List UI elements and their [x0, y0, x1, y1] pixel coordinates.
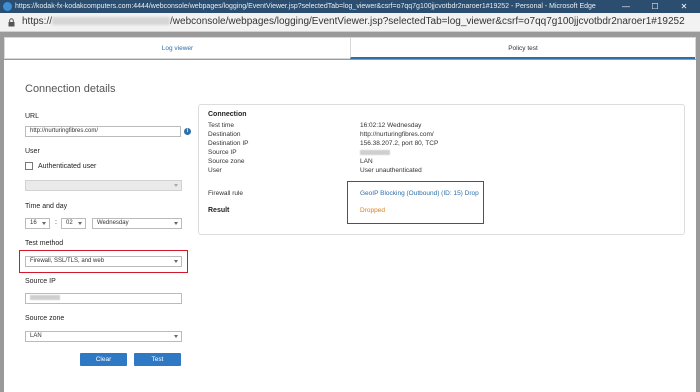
user-select [25, 180, 182, 191]
source-ip-input[interactable] [25, 293, 182, 304]
result-label: Test time [208, 122, 235, 129]
window-title: https://kodak-fx-kodakcomputers.com:4444… [15, 3, 596, 10]
minute-select[interactable]: 02 [61, 218, 86, 229]
chevron-down-icon [174, 184, 178, 187]
test-button[interactable]: Test [134, 353, 181, 366]
result-value-redacted [360, 149, 390, 156]
firewall-rule-label: Firewall rule [208, 190, 244, 197]
test-method-highlight [19, 250, 188, 273]
result-label: Destination IP [208, 140, 249, 147]
result-value: User unauthenticated [360, 167, 422, 174]
result-highlight [347, 181, 484, 224]
url-label: URL [25, 113, 40, 120]
window-title-bar: https://kodak-fx-kodakcomputers.com:4444… [0, 0, 700, 13]
time-and-day-label: Time and day [25, 203, 68, 210]
hour-select[interactable]: 16 [25, 218, 50, 229]
day-select[interactable]: Wednesday [92, 218, 182, 229]
chevron-down-icon [174, 335, 178, 338]
result-label: Destination [208, 131, 241, 138]
address-bar[interactable]: https:///webconsole/webpages/logging/Eve… [0, 13, 700, 32]
result-label: User [208, 167, 222, 174]
clear-button[interactable]: Clear [80, 353, 127, 366]
close-button[interactable]: ✕ [672, 0, 696, 13]
result-value: LAN [360, 158, 373, 165]
user-label: User [25, 148, 40, 155]
authenticated-user-label: Authenticated user [38, 163, 97, 170]
result-value: 156.38.207.2, port 80, TCP [360, 140, 439, 147]
result-value: 16:02:12 Wednesday [360, 122, 422, 129]
result-label: Source zone [208, 158, 245, 165]
redacted-ip [30, 294, 60, 300]
authenticated-user-checkbox[interactable] [25, 162, 33, 170]
result-value: http://nurturingfibres.com/ [360, 131, 434, 138]
address-url[interactable]: https:///webconsole/webpages/logging/Eve… [22, 16, 685, 27]
info-icon[interactable]: i [184, 128, 191, 135]
tab-policy-test[interactable]: Policy test [350, 38, 695, 59]
redacted-host [52, 17, 171, 26]
source-ip-label: Source IP [25, 278, 56, 285]
minimize-button[interactable]: — [614, 0, 638, 13]
result-heading: Result [208, 207, 230, 214]
result-label: Source IP [208, 149, 237, 156]
time-separator: : [55, 219, 57, 226]
test-result-panel: Connection Test time 16:02:12 Wednesday … [198, 104, 685, 235]
lock-icon [8, 18, 15, 27]
connection-heading: Connection [208, 111, 247, 118]
maximize-button[interactable]: ☐ [643, 0, 667, 13]
tab-bar: Log viewer Policy test [4, 37, 696, 59]
url-input[interactable]: http://nurturingfibres.com/ [25, 126, 181, 137]
test-method-label: Test method [25, 240, 64, 247]
source-zone-select[interactable]: LAN [25, 331, 182, 342]
redacted-ip [360, 149, 390, 155]
chevron-down-icon [42, 222, 46, 225]
chevron-down-icon [174, 222, 178, 225]
policy-test-panel: Connection details URL http://nurturingf… [4, 60, 696, 392]
tab-log-viewer[interactable]: Log viewer [5, 38, 350, 59]
page-title: Connection details [25, 83, 116, 95]
browser-icon [3, 2, 12, 11]
chevron-down-icon [78, 222, 82, 225]
source-zone-label: Source zone [25, 315, 65, 322]
